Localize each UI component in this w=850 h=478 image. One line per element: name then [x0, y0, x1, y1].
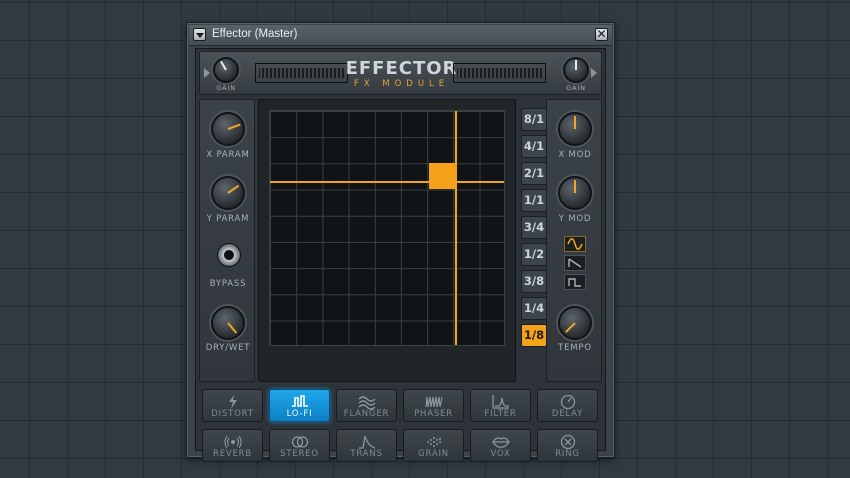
rate-1-1[interactable]: 1/1 [521, 189, 547, 212]
tempo-knob[interactable] [558, 306, 592, 340]
x-crosshair [270, 181, 504, 183]
rate-1-4[interactable]: 1/4 [521, 297, 547, 320]
rate-4-1[interactable]: 4/1 [521, 135, 547, 158]
effect-button-flanger[interactable]: FLANGER [336, 389, 397, 422]
saw-wave-icon [568, 258, 582, 268]
effect-label: LO-FI [286, 409, 313, 419]
x-param-label: X PARAM [206, 150, 250, 160]
xy-pad-frame: 8/1 4/1 2/1 1/1 3/4 1/2 3/8 1/4 1/8 [258, 99, 547, 382]
effect-button-ring[interactable]: RING [537, 429, 598, 462]
effect-label: DELAY [551, 409, 584, 419]
effector-window: Effector (Master) ✕ GAIN EFFECTOR FX MOD… [186, 22, 615, 462]
dry-wet-knob[interactable] [211, 306, 245, 340]
gain-right-knob[interactable] [563, 57, 589, 83]
level-meter-right [453, 63, 546, 83]
x-param-knob[interactable] [211, 112, 245, 146]
rate-1-2[interactable]: 1/2 [521, 243, 547, 266]
left-control-panel: X PARAM Y PARAM BYPASS DRY/WET [199, 99, 255, 382]
sine-wave-icon [567, 238, 583, 250]
bypass-button[interactable] [217, 243, 241, 267]
effect-label: VOX [490, 449, 511, 459]
y-mod-knob[interactable] [558, 176, 592, 210]
envelope-icon [358, 435, 375, 449]
effect-label: TRANS [350, 449, 383, 459]
y-mod-label: Y MOD [558, 214, 592, 224]
square-shape-button[interactable] [564, 274, 586, 290]
square-pulse-icon [291, 395, 308, 407]
xy-pad[interactable] [269, 110, 505, 346]
x-mod-knob[interactable] [558, 112, 592, 146]
comb-icon [424, 396, 443, 408]
rate-3-4[interactable]: 3/4 [521, 216, 547, 239]
effect-button-stereo[interactable]: STEREO [269, 429, 330, 462]
close-icon: ✕ [596, 27, 607, 41]
y-crosshair [455, 111, 457, 345]
gain-right-label: GAIN [566, 84, 586, 92]
effect-button-phaser[interactable]: PHASER [403, 389, 464, 422]
effect-button-lo-fi[interactable]: LO-FI [269, 389, 330, 422]
tempo-label: TEMPO [558, 343, 592, 353]
square-wave-icon [568, 278, 581, 287]
arrow-right-icon[interactable] [591, 68, 603, 78]
ring-x-icon [560, 434, 575, 450]
effect-button-delay[interactable]: DELAY [537, 389, 598, 422]
plugin-header: GAIN EFFECTOR FX MODULE GAIN [199, 51, 602, 95]
waves-icon [358, 396, 375, 410]
clock-icon [560, 394, 575, 410]
effect-button-reverb[interactable]: REVERB [202, 429, 263, 462]
dots-icon [426, 437, 441, 447]
effect-label: GRAIN [418, 449, 449, 459]
bypass-label: BYPASS [209, 279, 247, 289]
lips-icon [491, 437, 510, 448]
x-mod-label: X MOD [558, 150, 592, 160]
lightning-icon [228, 395, 237, 409]
effect-label: STEREO [280, 449, 319, 459]
rate-1-8[interactable]: 1/8 [521, 324, 547, 347]
rate-3-8[interactable]: 3/8 [521, 270, 547, 293]
effect-label: REVERB [213, 449, 252, 459]
filter-curve-icon [491, 395, 509, 409]
effect-button-distort[interactable]: DISTORT [202, 389, 263, 422]
title-bar[interactable]: Effector (Master) ✕ [189, 25, 612, 46]
y-param-label: Y PARAM [206, 214, 250, 224]
window-title: Effector (Master) [212, 28, 298, 40]
rate-2-1[interactable]: 2/1 [521, 162, 547, 185]
window-menu-icon[interactable] [193, 28, 206, 41]
effect-button-trans[interactable]: TRANS [336, 429, 397, 462]
xy-handle[interactable] [429, 163, 455, 189]
saw-shape-button[interactable] [564, 255, 586, 271]
effect-buttons: DISTORT LO-FI FLANGER PHASER FILTER DELA… [199, 385, 602, 462]
effect-label: FILTER [484, 409, 517, 419]
two-circles-icon [291, 436, 308, 448]
plugin-panel: GAIN EFFECTOR FX MODULE GAIN X PARAM Y P… [195, 48, 606, 462]
effect-button-vox[interactable]: VOX [470, 429, 531, 462]
close-button[interactable]: ✕ [595, 27, 608, 41]
sine-shape-button[interactable] [564, 236, 586, 252]
effect-label: DISTORT [211, 409, 254, 419]
effect-label: RING [555, 449, 580, 459]
effect-label: FLANGER [343, 409, 390, 419]
y-param-knob[interactable] [211, 176, 245, 210]
right-control-panel: X MOD Y MOD TEMPO [546, 99, 602, 382]
effect-label: PHASER [414, 409, 453, 419]
dry-wet-label: DRY/WET [205, 343, 251, 353]
effect-button-grain[interactable]: GRAIN [403, 429, 464, 462]
radiate-icon [223, 435, 242, 449]
rate-8-1[interactable]: 8/1 [521, 108, 547, 131]
effect-button-filter[interactable]: FILTER [470, 389, 531, 422]
